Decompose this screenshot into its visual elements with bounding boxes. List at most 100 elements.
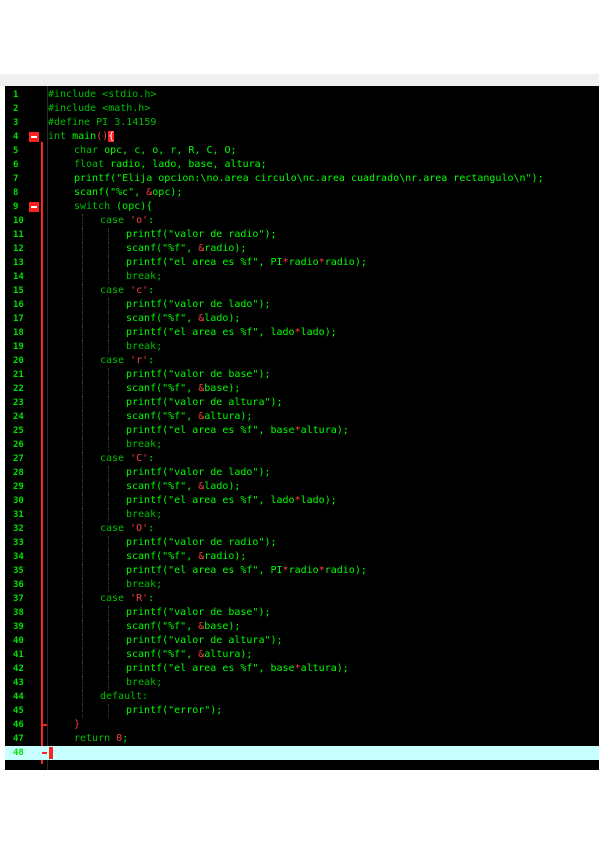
code-line[interactable]: 25 printf("el area es %f", base*altura); [5,424,599,438]
code-text: case 'R': [48,592,599,606]
code-line[interactable]: 10 case 'o': [5,214,599,228]
code-line[interactable]: 19 break; [5,340,599,354]
code-line[interactable]: 6 float radio, lado, base, altura; [5,158,599,172]
code-line[interactable]: 16 printf("valor de lado"); [5,298,599,312]
code-line[interactable]: 4 int main(){ [5,130,599,144]
code-token: opc); [152,187,183,198]
line-number: 41 [13,650,24,660]
code-token: case [100,215,131,226]
code-line[interactable]: 45 printf("error"); [5,704,599,718]
code-token: case [100,593,131,604]
code-line[interactable]: 32 case 'O': [5,522,599,536]
window-top-strip [0,74,599,86]
code-token: base); [204,621,241,632]
code-text: printf("Elija opcion:\no.area circulo\nc… [48,172,599,186]
code-line[interactable]: 28 printf("valor de lado"); [5,466,599,480]
code-line[interactable]: 15 case 'c': [5,284,599,298]
code-line[interactable]: 47 return 0; [5,732,599,746]
code-line[interactable]: 12 scanf("%f", &radio); [5,242,599,256]
code-text: default: [48,690,599,704]
code-token: default: [100,691,149,702]
code-text: printf("el area es %f", lado*lado); [48,326,599,340]
code-text: printf("el area es %f", lado*lado); [48,494,599,508]
code-text: scanf("%f", &lado); [48,480,599,494]
code-line[interactable]: 43 break; [5,676,599,690]
fold-collapse-icon[interactable] [29,202,39,212]
line-number: 35 [13,566,24,576]
fold-collapse-icon[interactable] [29,132,39,142]
code-text: #define PI 3.14159 [48,116,599,130]
code-token: #define PI 3.14159 [48,117,157,128]
code-token: : [148,285,155,296]
line-number: 12 [13,244,24,254]
code-line[interactable]: 3 #define PI 3.14159 [5,116,599,130]
code-token: radio); [324,257,367,268]
code-line[interactable]: 33 printf("valor de radio"); [5,536,599,550]
code-line[interactable]: 44 default: [5,690,599,704]
code-token: printf("el area es %f", PI [126,257,283,268]
line-number: 18 [13,328,24,338]
code-token: case [100,285,131,296]
code-token: : [148,453,155,464]
code-token: scanf("%f", [126,621,199,632]
code-line[interactable]: 35 printf("el area es %f", PI*radio*radio… [5,564,599,578]
code-text: break; [48,438,599,452]
code-token: float [74,159,111,170]
code-token: lado); [204,481,241,492]
line-number: 11 [13,230,24,240]
code-text: #include <math.h> [48,102,599,116]
code-text: char opc, c, o, r, R, C, O; [48,144,599,158]
code-line[interactable]: 31 break; [5,508,599,522]
code-token: case [100,453,131,464]
code-line[interactable]: 23 printf("valor de altura"); [5,396,599,410]
code-line[interactable]: 30 printf("el area es %f", lado*lado); [5,494,599,508]
code-line[interactable]: 22 scanf("%f", &base); [5,382,599,396]
line-number: 45 [13,706,24,716]
code-line[interactable]: 1 #include <stdio.h> [5,88,599,102]
code-line[interactable]: 38 printf("valor de base"); [5,606,599,620]
code-token: (opc){ [116,201,153,212]
code-line[interactable]: 36 break; [5,578,599,592]
code-token: switch [74,201,117,212]
code-token: scanf("%f", [126,481,199,492]
code-line[interactable]: 46} [5,718,599,732]
code-line[interactable]: 7 printf("Elija opcion:\no.area circulo\n… [5,172,599,186]
code-line[interactable]: 42 printf("el area es %f", base*altura); [5,662,599,676]
code-line[interactable]: 8 scanf("%c", &opc); [5,186,599,200]
code-line[interactable]: 37 case 'R': [5,592,599,606]
code-token: break; [126,677,163,688]
code-line[interactable]: 11 printf("valor de radio"); [5,228,599,242]
code-token: case [100,523,131,534]
code-editor[interactable]: 1 #include <stdio.h> 2 #include <math.h> 3 #d… [5,86,599,770]
code-line[interactable]: 13 printf("el area es %f", PI*radio*radio… [5,256,599,270]
code-line[interactable]: 21 printf("valor de base"); [5,368,599,382]
code-line[interactable]: 27 case 'C': [5,452,599,466]
code-text: break; [48,508,599,522]
code-line[interactable]: 17 scanf("%f", &lado); [5,312,599,326]
code-line[interactable]: 41 scanf("%f", &altura); [5,648,599,662]
code-line[interactable]: 26 break; [5,438,599,452]
code-token: printf("el area es %f", lado [126,495,295,506]
code-line[interactable]: 40 printf("valor de altura"); [5,634,599,648]
line-number: 27 [13,454,24,464]
code-line[interactable]: 14 break; [5,270,599,284]
code-line[interactable]: 34 scanf("%f", &radio); [5,550,599,564]
code-line[interactable]: 29 scanf("%f", &lado); [5,480,599,494]
code-text: printf("valor de lado"); [48,466,599,480]
line-number: 28 [13,468,24,478]
code-token: 'o' [130,215,149,226]
code-line[interactable]: 48 [5,746,599,760]
code-text: printf("el area es %f", base*altura); [48,424,599,438]
code-line[interactable]: 2 #include <math.h> [5,102,599,116]
fold-end-marker [42,752,47,754]
code-token: scanf("%f", [126,313,199,324]
code-line[interactable]: 18 printf("el area es %f", lado*lado); [5,326,599,340]
code-text: break; [48,578,599,592]
code-token: 'R' [130,593,149,604]
code-line[interactable]: 5 char opc, c, o, r, R, C, O; [5,144,599,158]
code-line[interactable]: 9 switch (opc){ [5,200,599,214]
code-token: int [48,131,73,142]
code-line[interactable]: 24 scanf("%f", &altura); [5,410,599,424]
code-line[interactable]: 39 scanf("%f", &base); [5,620,599,634]
code-line[interactable]: 20 case 'r': [5,354,599,368]
